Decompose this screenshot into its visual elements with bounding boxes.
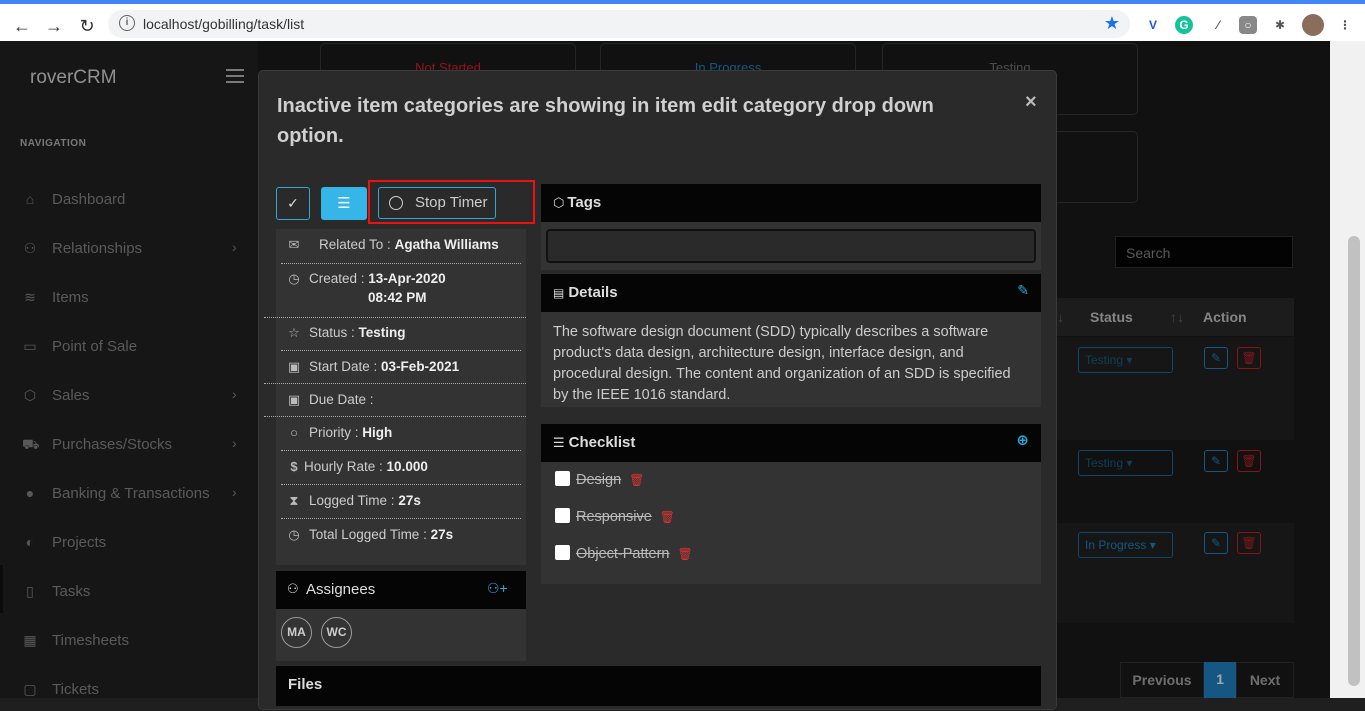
stop-timer-label: Stop Timer	[415, 194, 488, 211]
logged-time-value: 27s	[398, 493, 421, 508]
drop-icon: ○	[290, 425, 298, 440]
extension-gray-icon[interactable]: ○	[1239, 16, 1257, 34]
checklist-item: Responsive 🗑	[555, 508, 675, 525]
mail-icon: ✉	[288, 237, 300, 252]
logged-time-label: Logged Time :	[309, 493, 395, 508]
checklist-header: ☰ Checklist ⊕	[541, 424, 1041, 462]
start-date-value[interactable]: 03-Feb-2021	[381, 359, 459, 374]
details-title: Details	[568, 284, 618, 301]
extension-v-icon[interactable]: V	[1144, 16, 1162, 34]
modal-title: Inactive item categories are showing in …	[277, 95, 934, 147]
calendar-icon: ▣	[287, 392, 301, 407]
assignee-avatar[interactable]: WC	[321, 617, 352, 648]
list-view-button[interactable]: ☰	[321, 187, 367, 220]
due-date-label: Due Date :	[309, 392, 374, 407]
task-modal: Inactive item categories are showing in …	[258, 70, 1057, 710]
created-label: Created :	[309, 271, 365, 286]
address-bar[interactable]: i localhost/gobilling/task/list ★	[108, 10, 1130, 38]
hourly-rate-value: 10.000	[386, 459, 428, 474]
details-body: The software design document (SDD) typic…	[541, 312, 1041, 407]
scrollbar[interactable]	[1330, 41, 1365, 698]
status-value: Testing	[358, 325, 406, 340]
divider	[281, 263, 521, 264]
url-text[interactable]: localhost/gobilling/task/list	[143, 16, 304, 32]
forward-icon[interactable]: →	[44, 16, 64, 37]
add-circle-icon[interactable]: ⊕	[1016, 431, 1029, 449]
scrollbar-thumb[interactable]	[1348, 236, 1360, 686]
priority-label: Priority :	[309, 425, 359, 440]
tag-icon: ⬡	[553, 195, 565, 210]
created-time: 08:42 PM	[368, 290, 427, 305]
divider	[264, 383, 526, 384]
close-icon[interactable]: ×	[1025, 91, 1037, 114]
related-to-value[interactable]: Agatha Williams	[395, 237, 499, 252]
checklist-item: Object-Pattern 🗑	[555, 545, 693, 562]
bookmark-star-icon[interactable]: ★	[1104, 13, 1120, 34]
checklist-item-label: Responsive	[576, 509, 652, 525]
reload-icon[interactable]: ↻	[77, 16, 97, 37]
task-info-panel: ✉ Related To : Agatha Williams ◷ Created…	[264, 229, 526, 565]
add-user-icon[interactable]: ⚇+	[487, 580, 508, 597]
clock-icon: ◷	[288, 271, 300, 286]
divider	[264, 416, 526, 417]
mark-complete-button[interactable]: ✓	[276, 187, 310, 220]
divider	[281, 350, 521, 351]
total-logged-label: Total Logged Time :	[309, 527, 427, 542]
stopwatch-icon: ⧗	[289, 493, 299, 508]
users-icon: ⚇	[287, 581, 299, 596]
star-icon: ☆	[288, 325, 300, 340]
list-icon: ☰	[553, 435, 565, 450]
details-text: The software design document (SDD) typic…	[553, 324, 1011, 403]
checklist-body: Design 🗑 Responsive 🗑 Object-Pattern 🗑	[541, 462, 1041, 584]
checklist-item: Design 🗑	[555, 471, 644, 488]
info-icon[interactable]: i	[119, 15, 135, 31]
trash-icon[interactable]: 🗑	[660, 510, 675, 524]
calendar-icon: ▣	[287, 359, 301, 374]
eyedropper-icon[interactable]: ⁄	[1209, 16, 1227, 34]
divider	[281, 484, 521, 485]
menu-dots-icon[interactable]: ⋮	[1336, 16, 1354, 34]
assignees-body: MA WC	[276, 609, 526, 661]
clock-icon	[389, 196, 403, 210]
files-header: Files	[276, 666, 1041, 706]
tags-title: Tags	[567, 194, 602, 211]
created-date: 13-Apr-2020	[368, 271, 446, 286]
tags-body	[541, 222, 1041, 270]
assignees-header: ⚇ Assignees ⚇+	[276, 571, 526, 609]
assignee-avatar[interactable]: MA	[281, 617, 312, 648]
divider	[281, 518, 521, 519]
status-label: Status :	[309, 325, 355, 340]
back-icon[interactable]: ←	[12, 16, 32, 37]
trash-icon[interactable]: 🗑	[678, 547, 693, 561]
checkbox[interactable]	[555, 471, 570, 486]
grammarly-icon[interactable]: G	[1175, 16, 1193, 34]
browser-toolbar: ← → ↻ i localhost/gobilling/task/list ★ …	[0, 0, 1365, 41]
puzzle-icon[interactable]: ✱	[1271, 16, 1289, 34]
checkbox[interactable]	[555, 545, 570, 560]
related-to-label: Related To :	[319, 237, 391, 252]
details-header: ▤ Details ✎	[541, 274, 1041, 312]
checklist-title: Checklist	[568, 434, 636, 451]
dollar-icon: $	[290, 459, 298, 474]
total-logged-value: 27s	[430, 527, 454, 542]
document-icon: ▤	[553, 286, 565, 300]
stop-timer-button[interactable]: Stop Timer	[378, 187, 496, 219]
assignees-title: Assignees	[306, 581, 376, 598]
edit-icon[interactable]: ✎	[1017, 282, 1029, 299]
start-date-label: Start Date :	[309, 359, 378, 374]
hourly-rate-label: Hourly Rate :	[304, 459, 383, 474]
clock-icon: ◷	[288, 527, 300, 542]
checkbox[interactable]	[555, 508, 570, 523]
checklist-item-label: Design	[576, 472, 622, 488]
divider	[281, 450, 521, 451]
tags-input[interactable]	[546, 229, 1036, 263]
trash-icon[interactable]: 🗑	[629, 473, 644, 487]
tags-header: ⬡ Tags	[541, 184, 1041, 222]
divider	[264, 317, 526, 318]
priority-value: High	[362, 425, 393, 440]
profile-avatar[interactable]	[1302, 14, 1324, 36]
checklist-item-label: Object-Pattern	[576, 546, 670, 562]
